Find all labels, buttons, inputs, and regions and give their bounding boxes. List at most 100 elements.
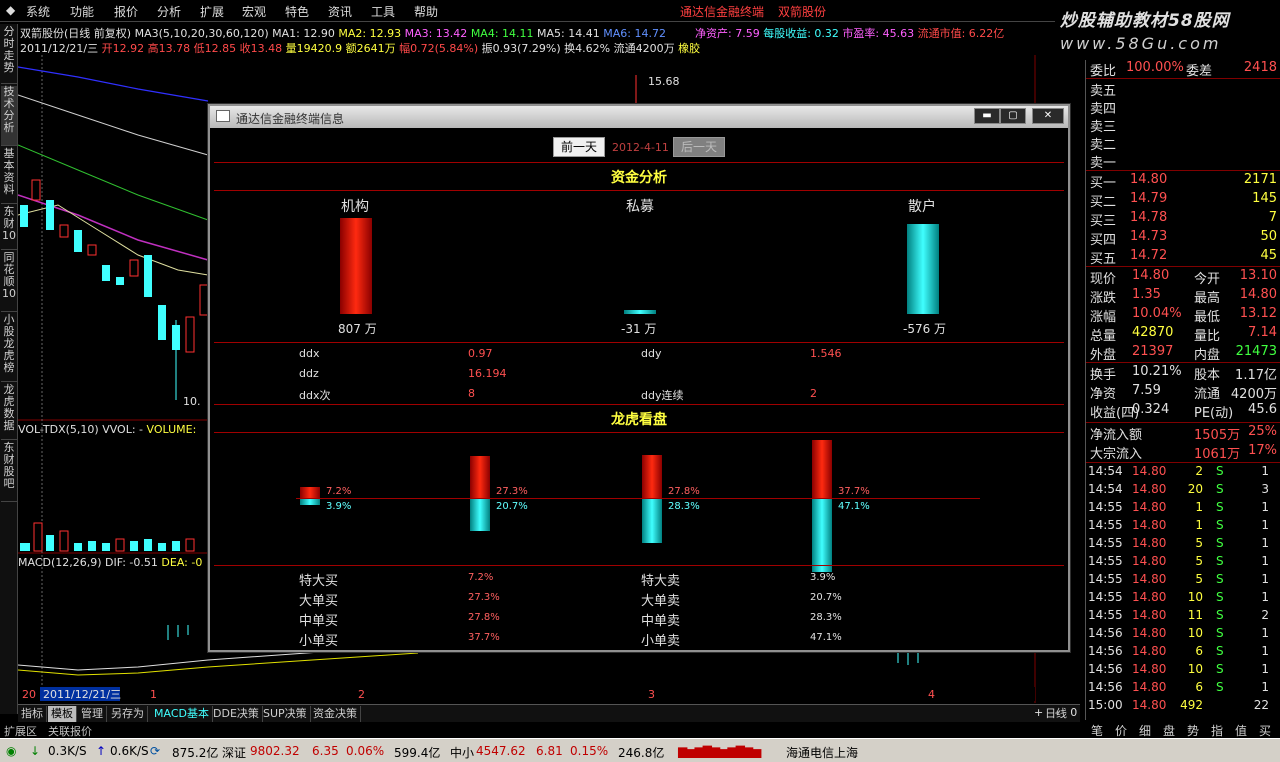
- tick-row[interactable]: 14:55 14.80 1 S 1: [1086, 500, 1280, 518]
- prev-day-button[interactable]: 前一天: [553, 137, 605, 157]
- left-tab-technical[interactable]: 技术分析: [1, 86, 17, 146]
- tick-time: 14:55: [1088, 608, 1123, 622]
- tick-row[interactable]: 14:56 14.80 10 S 1: [1086, 662, 1280, 680]
- bottom-tab-sup[interactable]: SUP决策: [260, 706, 311, 722]
- quote-tab[interactable]: 买: [1259, 722, 1271, 739]
- bottom-tab-manage[interactable]: 管理: [78, 706, 107, 722]
- tick-time: 14:55: [1088, 590, 1123, 604]
- ddx-times-label: ddx次: [299, 389, 331, 402]
- tick-count: 3: [1261, 482, 1269, 496]
- quote-value-2: 21473: [1235, 344, 1277, 359]
- tick-side: S: [1216, 482, 1224, 496]
- tick-row[interactable]: 14:55 14.80 5 S 1: [1086, 536, 1280, 554]
- left-tab-guba[interactable]: 东财股吧: [1, 442, 17, 502]
- next-day-button[interactable]: 后一天: [673, 137, 725, 157]
- left-tab-dongcai[interactable]: 东财10: [1, 206, 17, 250]
- tick-row[interactable]: 14:55 14.80 1 S 1: [1086, 518, 1280, 536]
- bottom-tab-saveas[interactable]: 另存为: [108, 706, 148, 722]
- bar-change: 幅0.72(5.84%): [399, 42, 479, 55]
- fund-flow-value: 1505万: [1194, 428, 1241, 443]
- date-axis-3: 3: [648, 688, 655, 701]
- buy-level-volume: 50: [1260, 229, 1277, 244]
- quote-tab[interactable]: 盘: [1163, 722, 1175, 739]
- quote-label: 现价: [1090, 272, 1117, 287]
- tick-side: S: [1216, 662, 1224, 676]
- quote-tab[interactable]: 价: [1115, 722, 1127, 739]
- menu-item-function[interactable]: 功能: [70, 3, 94, 20]
- summary-buy-label: 大单买: [299, 594, 339, 609]
- tick-price: 14.80: [1132, 518, 1167, 532]
- menu-item-analysis[interactable]: 分析: [157, 3, 181, 20]
- left-tab-basic[interactable]: 基本资料: [1, 148, 17, 204]
- tick-count: 1: [1261, 500, 1269, 514]
- tick-row[interactable]: 14:56 14.80 6 S 1: [1086, 644, 1280, 662]
- tick-row[interactable]: 14:54 14.80 2 S 1: [1086, 464, 1280, 482]
- minimize-button[interactable]: ▬: [974, 108, 1000, 124]
- menu-terminal-name: 通达信金融终端: [680, 5, 765, 19]
- tick-count: 22: [1253, 698, 1269, 712]
- tick-side: S: [1216, 572, 1224, 586]
- tick-row[interactable]: 14:55 14.80 5 S 1: [1086, 572, 1280, 590]
- menu-item-macro[interactable]: 宏观: [242, 3, 266, 20]
- related-quote-label[interactable]: 关联报价: [48, 723, 92, 739]
- menu-item-quote[interactable]: 报价: [114, 3, 138, 20]
- sh-amount: 875.2亿: [172, 746, 219, 760]
- bottom-tab-macd[interactable]: MACD基本: [151, 706, 213, 722]
- left-tab-timeshare[interactable]: 分时走势: [1, 26, 17, 84]
- order-ratio-value: 100.00%: [1126, 60, 1184, 75]
- quote-tab[interactable]: 细: [1139, 722, 1151, 739]
- quote-tab[interactable]: 势: [1187, 722, 1199, 739]
- quote-tab[interactable]: 值: [1235, 722, 1247, 739]
- tick-row[interactable]: 14:55 14.80 11 S 2: [1086, 608, 1280, 626]
- bottom-tab-fund[interactable]: 资金决策: [310, 706, 361, 722]
- zoom-plus-button[interactable]: +: [1034, 706, 1043, 719]
- tick-row[interactable]: 15:00 14.80 492 22: [1086, 698, 1280, 716]
- refresh-icon[interactable]: ⟳: [150, 744, 160, 758]
- tick-price: 14.80: [1132, 482, 1167, 496]
- menu-logo-icon[interactable]: ◆: [6, 3, 15, 17]
- menu-item-tools[interactable]: 工具: [371, 3, 395, 20]
- left-tab-ths[interactable]: 同花顺10: [1, 252, 17, 312]
- ma-blue-line: [18, 66, 209, 102]
- volume-bars: [20, 522, 195, 552]
- fund-flow-label: 大宗流入: [1090, 447, 1143, 462]
- left-tab-lhsj[interactable]: 龙虎数据: [1, 384, 17, 440]
- bottom-tab-template[interactable]: 模板: [48, 706, 77, 722]
- ma3-value: MA3: 13.42: [404, 27, 468, 40]
- menu-item-news[interactable]: 资讯: [328, 3, 352, 20]
- dialog-titlebar[interactable]: 通达信金融终端信息 ▬ ▢ ✕: [210, 106, 1068, 128]
- menu-item-feature[interactable]: 特色: [285, 3, 309, 20]
- quote-tab[interactable]: 笔: [1091, 722, 1103, 739]
- vol-indicator-name: VOL-TDX(5,10): [18, 423, 99, 436]
- tick-row[interactable]: 14:55 14.80 5 S 1: [1086, 554, 1280, 572]
- tick-row[interactable]: 14:56 14.80 6 S 1: [1086, 680, 1280, 698]
- ddz-value: 16.194: [468, 367, 507, 380]
- bottom-tab-indicator[interactable]: 指标: [18, 706, 47, 722]
- order-diff-label: 委差: [1186, 64, 1213, 79]
- quote-tab[interactable]: 指: [1211, 722, 1223, 739]
- tick-row[interactable]: 14:55 14.80 10 S 1: [1086, 590, 1280, 608]
- maximize-button[interactable]: ▢: [1000, 108, 1026, 124]
- tick-row[interactable]: 14:56 14.80 10 S 1: [1086, 626, 1280, 644]
- lh-sell-bar: [300, 499, 320, 506]
- buy-level-volume: 145: [1252, 191, 1277, 206]
- tick-count: 2: [1261, 608, 1269, 622]
- left-tab-xglhb[interactable]: 小股龙虎榜: [1, 314, 17, 382]
- lh-sell-bar: [642, 499, 662, 543]
- bottom-tab-dde[interactable]: DDE决策: [210, 706, 263, 722]
- extension-area-label[interactable]: 扩展区: [4, 723, 37, 739]
- ddz-label: ddz: [299, 367, 319, 380]
- zoom-reset-button[interactable]: 0: [1070, 706, 1077, 719]
- menu-item-system[interactable]: 系统: [26, 3, 50, 20]
- menu-item-help[interactable]: 帮助: [414, 3, 438, 20]
- left-tab-strip: 分时走势 技术分析 基本资料 东财10 同花顺10 小股龙虎榜 龙虎数据 东财股…: [0, 24, 18, 714]
- quote-value: 42870: [1132, 325, 1174, 340]
- close-button[interactable]: ✕: [1032, 108, 1064, 124]
- tick-count: 1: [1261, 626, 1269, 640]
- tick-row[interactable]: 14:54 14.80 20 S 3: [1086, 482, 1280, 500]
- fund-flow-pct: 17%: [1248, 443, 1277, 458]
- zoom-minus-button[interactable]: -: [1055, 706, 1059, 719]
- tick-volume: 5: [1195, 536, 1203, 550]
- tick-time: 14:55: [1088, 554, 1123, 568]
- menu-item-extend[interactable]: 扩展: [200, 3, 224, 20]
